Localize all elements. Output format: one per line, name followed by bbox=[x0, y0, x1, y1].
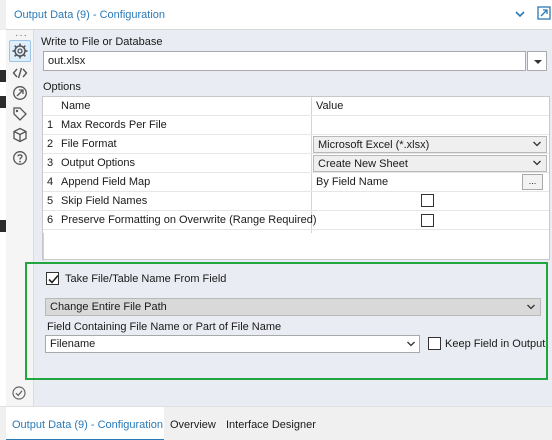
grid-edge bbox=[43, 233, 44, 261]
row-label: Max Records Per File bbox=[61, 119, 167, 131]
file-format-value: Microsoft Excel (*.xlsx) bbox=[318, 139, 430, 151]
row-number: 4 bbox=[47, 176, 54, 188]
row-number: 1 bbox=[47, 119, 54, 131]
row-number: 2 bbox=[47, 138, 54, 150]
output-file-input[interactable]: out.xlsx bbox=[43, 51, 526, 71]
file-path-mode-select[interactable]: Change Entire File Path bbox=[45, 298, 541, 316]
options-row-file-format[interactable]: 2 File Format Microsoft Excel (*.xlsx) bbox=[43, 135, 549, 154]
popout-icon[interactable] bbox=[536, 5, 552, 21]
skip-field-names-checkbox[interactable] bbox=[421, 194, 434, 207]
row-label: Output Options bbox=[61, 157, 135, 169]
file-path-mode-value: Change Entire File Path bbox=[50, 301, 167, 313]
column-header-value: Value bbox=[316, 100, 344, 112]
field-containing-label: Field Containing File Name or Part of Fi… bbox=[47, 321, 282, 333]
file-format-select[interactable]: Microsoft Excel (*.xlsx) bbox=[313, 136, 547, 153]
keep-field-label: Keep Field in Output bbox=[445, 338, 546, 350]
output-options-value: Create New Sheet bbox=[318, 158, 408, 170]
chevron-down-icon bbox=[407, 341, 415, 347]
bottom-tab-bar: Output Data (9) - Configuration Overview… bbox=[0, 406, 552, 440]
output-options-select[interactable]: Create New Sheet bbox=[313, 155, 547, 172]
options-row-max-records[interactable]: 1 Max Records Per File bbox=[43, 116, 549, 135]
filename-field-select[interactable]: Filename bbox=[45, 335, 420, 353]
append-field-map-button[interactable]: ... bbox=[522, 174, 543, 190]
tab-interface-designer[interactable]: Interface Designer bbox=[226, 407, 316, 440]
check-circle-icon bbox=[12, 386, 26, 400]
chevron-down-icon[interactable] bbox=[512, 6, 528, 22]
row-label: Preserve Formatting on Overwrite (Range … bbox=[61, 214, 317, 226]
options-row-output-options[interactable]: 3 Output Options Create New Sheet bbox=[43, 154, 549, 173]
keep-field-checkbox[interactable] bbox=[428, 337, 441, 350]
row-number: 3 bbox=[47, 157, 54, 169]
row-number: 6 bbox=[47, 214, 54, 226]
chevron-down-icon bbox=[533, 160, 541, 166]
window-title: Output Data (9) - Configuration bbox=[14, 9, 166, 21]
take-name-from-field-label: Take File/Table Name From Field bbox=[65, 273, 227, 285]
row-number: 5 bbox=[47, 195, 54, 207]
chevron-down-icon bbox=[527, 304, 535, 310]
checkmark-icon bbox=[48, 274, 59, 284]
tab-configuration[interactable]: Output Data (9) - Configuration bbox=[6, 407, 164, 440]
options-row-skip-field-names[interactable]: 5 Skip Field Names bbox=[43, 192, 549, 211]
row-label: Skip Field Names bbox=[61, 195, 148, 207]
options-row-append-field-map[interactable]: 4 Append Field Map By Field Name ... bbox=[43, 173, 549, 192]
chevron-down-icon bbox=[534, 60, 542, 64]
filename-field-value: Filename bbox=[50, 338, 96, 350]
append-field-map-value: By Field Name bbox=[316, 176, 389, 188]
tag-icon[interactable] bbox=[12, 106, 28, 122]
arrow-circle-icon[interactable] bbox=[12, 85, 28, 101]
help-icon[interactable] bbox=[12, 150, 28, 166]
tab-overview[interactable]: Overview bbox=[170, 407, 216, 440]
take-name-from-field-checkbox[interactable] bbox=[46, 272, 59, 285]
code-icon[interactable] bbox=[12, 65, 28, 81]
preserve-formatting-checkbox[interactable] bbox=[421, 214, 434, 227]
row-label: File Format bbox=[61, 138, 117, 150]
column-header-name: Name bbox=[61, 100, 91, 112]
cube-icon[interactable] bbox=[12, 127, 28, 143]
options-grid: Name Value 1 Max Records Per File 2 File… bbox=[42, 96, 550, 261]
title-bar: Output Data (9) - Configuration bbox=[6, 0, 552, 30]
options-header-row: Name Value bbox=[43, 97, 549, 116]
output-file-dropdown-button[interactable] bbox=[527, 51, 547, 71]
chevron-down-icon bbox=[533, 141, 541, 147]
options-row-preserve-formatting[interactable]: 6 Preserve Formatting on Overwrite (Rang… bbox=[43, 211, 549, 230]
gear-icon[interactable] bbox=[9, 40, 31, 62]
row-label: Append Field Map bbox=[61, 176, 151, 188]
options-label: Options bbox=[43, 81, 81, 93]
write-to-label: Write to File or Database bbox=[41, 36, 163, 48]
